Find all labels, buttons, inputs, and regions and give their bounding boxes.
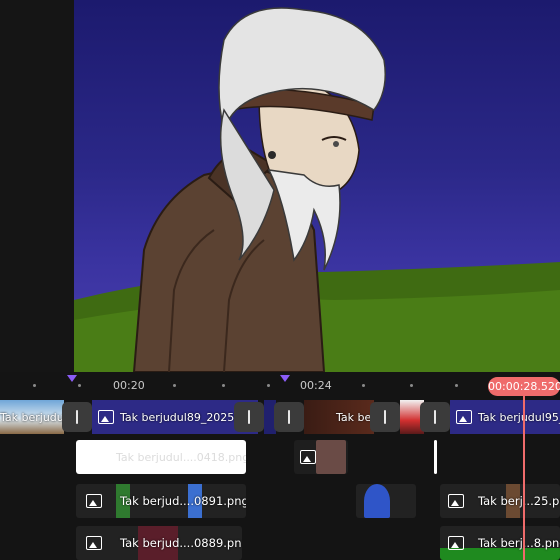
overlay-clip-label: Tak berj...25.png (478, 494, 560, 508)
overlay-clip-label: Tak berj...8.png (478, 536, 560, 550)
keyframe-marker[interactable] (280, 375, 290, 382)
preview-canvas[interactable] (74, 0, 560, 372)
main-clip-label: Tak berj (336, 410, 374, 424)
overlay-clip[interactable] (356, 484, 416, 518)
main-clip[interactable]: Tak berjudul95_ (450, 400, 560, 434)
ruler-tick (173, 384, 176, 387)
image-icon (98, 410, 114, 424)
main-clip[interactable]: Tak berj (304, 400, 374, 434)
ruler-label-20: 00:20 (113, 379, 145, 392)
timeline-ruler[interactable]: 00:20 00:24 (0, 372, 560, 400)
ruler-label-24: 00:24 (300, 379, 332, 392)
main-clip-label: Tak berjudul89_202501 (120, 410, 249, 424)
clip-thumbnail (316, 440, 346, 474)
transition-button[interactable] (274, 402, 304, 432)
transition-button[interactable] (370, 402, 400, 432)
transition-button[interactable] (62, 402, 92, 432)
keyframe-marker[interactable] (67, 375, 77, 382)
overlay-clip[interactable] (294, 440, 348, 474)
overlay-clip[interactable]: Tak berjudul....0418.png (76, 440, 246, 474)
transition-button[interactable] (420, 402, 450, 432)
overlay-clip[interactable]: Tak berjud....0889.png (76, 526, 242, 560)
main-video-track: Tak berjudul Tak berjudul89_202501 Tak b… (0, 400, 560, 434)
main-clip-label: Tak berjudul95_ (478, 410, 560, 424)
image-icon (86, 494, 102, 508)
overlay-clip-label: Tak berjud....0891.png (120, 494, 246, 508)
video-preview-panel (0, 0, 560, 372)
overlay-clip-label: Tak berjudul....0418.png (116, 450, 246, 464)
preview-frame-illustration (74, 7, 560, 372)
main-clip-label: Tak berjudul (0, 410, 64, 424)
ruler-tick (362, 384, 365, 387)
overlay-clip[interactable]: Tak berjud....0891.png (76, 484, 246, 518)
ruler-tick (33, 384, 36, 387)
overlay-clip[interactable]: Tak berj...25.png (440, 484, 560, 518)
overlay-clip[interactable]: Tak berj...8.png (440, 526, 560, 560)
ruler-tick (78, 384, 81, 387)
clip-trim-handle[interactable] (434, 440, 437, 474)
image-icon (448, 536, 464, 550)
ruler-tick (267, 384, 270, 387)
main-clip[interactable]: Tak berjudul (0, 400, 64, 434)
ruler-tick (455, 384, 458, 387)
image-icon (300, 450, 316, 464)
clip-thumbnail (364, 484, 390, 518)
ruler-tick (410, 384, 413, 387)
overlay-clip-label: Tak berjud....0889.png (120, 536, 242, 550)
ruler-tick (222, 384, 225, 387)
transition-button[interactable] (234, 402, 264, 432)
playhead-line[interactable] (523, 394, 525, 560)
image-icon (456, 410, 472, 424)
image-icon (448, 494, 464, 508)
image-icon (86, 536, 102, 550)
